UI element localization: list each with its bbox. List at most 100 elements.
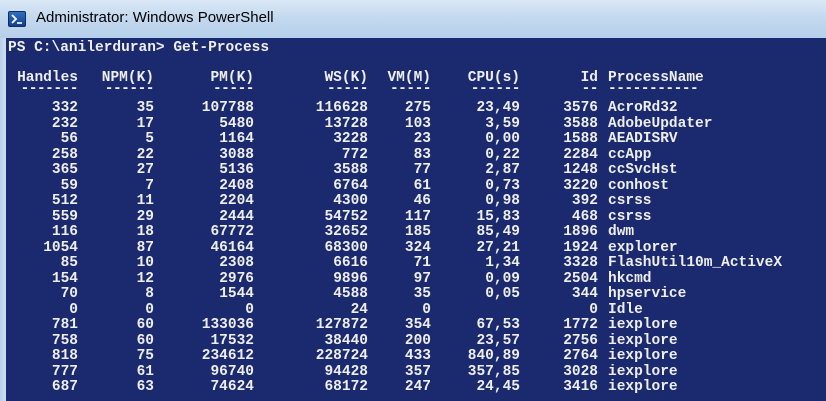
- cell-cpu: 1,34: [485, 255, 520, 271]
- cell-pm: 2444: [219, 208, 254, 225]
- cell-vm: 200: [404, 332, 431, 349]
- cell-cpu: 85,49: [476, 224, 520, 240]
- cell-pm: 5136: [219, 162, 254, 178]
- cell-vm: 0: [422, 301, 431, 318]
- cell-ws: 94428: [324, 363, 368, 380]
- cell-cpu: 0,98: [485, 193, 520, 209]
- cell-pm: 2308: [219, 255, 254, 271]
- cell-vm: 247: [404, 379, 431, 395]
- cell-cpu: 67,53: [476, 317, 520, 333]
- cell-id: 1896: [563, 224, 598, 240]
- cell-pm: 46164: [210, 239, 254, 256]
- cell-processname: iexplore: [608, 332, 678, 349]
- cell-handles: 70: [60, 286, 78, 302]
- cell-npm: 35: [136, 100, 154, 116]
- cell-cpu: 0,05: [485, 286, 520, 302]
- cell-processname: csrss: [608, 193, 652, 209]
- cell-npm: 61: [136, 363, 154, 380]
- cell-cpu: 27,21: [476, 239, 520, 256]
- table-row: 365 27 5136 3588 77 2,87 1248 ccSvcHst: [6, 162, 826, 178]
- cell-handles: 781: [51, 317, 78, 333]
- cell-cpu: 15,83: [476, 208, 520, 225]
- cell-pm: 5480: [219, 115, 254, 132]
- cell-handles: 0: [69, 301, 78, 318]
- cell-cpu: 23,57: [476, 332, 520, 349]
- console-output[interactable]: PS C:\anilerduran> Get-Process Handles NP…: [6, 38, 826, 401]
- cell-vm: 23: [413, 131, 431, 147]
- title-bar[interactable]: Administrator: Windows PowerShell: [0, 0, 826, 38]
- table-row: 781 60 133036 127872 354 67,53 1772 iexplore: [6, 317, 826, 333]
- cell-pm: 0: [245, 301, 254, 318]
- cell-id: 3028: [563, 363, 598, 380]
- cell-vm: 275: [404, 100, 431, 116]
- cell-processname: AEADISRV: [608, 131, 678, 147]
- cell-vm: 433: [404, 348, 431, 364]
- cell-npm: 60: [136, 332, 154, 349]
- prompt-text: PS C:\anilerduran> Get-Process: [8, 40, 270, 56]
- cell-vm: 97: [413, 270, 431, 287]
- table-row: 116 18 67772 32652 185 85,49 1896 dwm: [6, 224, 826, 240]
- cell-npm: ------: [104, 81, 155, 97]
- cell-npm: 11: [136, 193, 154, 209]
- cell-pm: 17532: [210, 332, 254, 349]
- cell-pm: 133036: [201, 317, 254, 333]
- cell-processname: explorer: [608, 239, 678, 256]
- cell-id: 3328: [563, 255, 598, 271]
- cell-processname: iexplore: [608, 317, 678, 333]
- cell-handles: 59: [60, 177, 78, 194]
- cell-ws: 127872: [315, 317, 368, 333]
- table-row: 559 29 2444 54752 117 15,83 468 csrss: [6, 209, 826, 225]
- table-row: 59 7 2408 6764 61 0,73 3220 conhost: [6, 178, 826, 194]
- cell-id: 1924: [563, 239, 598, 256]
- cell-npm: 29: [136, 208, 154, 225]
- cell-ws: -----: [326, 81, 369, 97]
- cell-ws: 116628: [315, 100, 368, 116]
- cell-processname: AcroRd32: [608, 100, 678, 116]
- cell-npm: 5: [145, 131, 154, 147]
- cell-handles: 332: [51, 100, 78, 116]
- cell-processname: -----------: [608, 81, 699, 97]
- cell-id: 2756: [563, 332, 598, 349]
- cell-handles: 232: [51, 115, 78, 132]
- cell-npm: 75: [136, 348, 154, 364]
- cell-pm: 107788: [201, 100, 254, 116]
- cell-pm: 67772: [210, 224, 254, 240]
- cell-id: 344: [571, 286, 598, 302]
- cell-vm: 71: [413, 255, 431, 271]
- cell-processname: conhost: [608, 177, 669, 194]
- cell-ws: 9896: [333, 270, 368, 287]
- cell-handles: -------: [20, 81, 79, 97]
- table-row: 512 11 2204 4300 46 0,98 392 csrss: [6, 193, 826, 209]
- cell-npm: 22: [136, 146, 154, 163]
- cell-ws: 3588: [333, 162, 368, 178]
- cell-handles: 687: [51, 379, 78, 395]
- cell-npm: 10: [136, 255, 154, 271]
- table-row: 85 10 2308 6616 71 1,34 3328 FlashUtil10m_Activ…: [6, 255, 826, 271]
- cell-cpu: 840,89: [467, 348, 520, 364]
- table-row: 0 0 0 24 0 0 Idle: [6, 302, 826, 318]
- cell-pm: 74624: [210, 379, 254, 395]
- cell-id: 392: [571, 193, 598, 209]
- cell-handles: 154: [51, 270, 78, 287]
- table-row: 332 35 107788 116628 275 23,49 3576 AcroRd32: [6, 100, 826, 116]
- cell-vm: 103: [404, 115, 431, 132]
- cell-id: 3416: [563, 379, 598, 395]
- table-row: 1054 87 46164 68300 324 27,21 1924 explorer: [6, 240, 826, 256]
- cell-npm: 87: [136, 239, 154, 256]
- cell-npm: 8: [145, 286, 154, 302]
- cell-id: 3576: [563, 100, 598, 116]
- cell-ws: 6616: [333, 255, 368, 271]
- cell-handles: 56: [60, 131, 78, 147]
- cell-cpu: 3,59: [485, 115, 520, 132]
- cell-vm: 46: [413, 193, 431, 209]
- cell-handles: 512: [51, 193, 78, 209]
- cell-cpu: 0,73: [485, 177, 520, 194]
- cell-ws: 68300: [324, 239, 368, 256]
- cell-ws: 24: [350, 301, 368, 318]
- cell-handles: 1054: [43, 239, 78, 256]
- cell-vm: 357: [404, 363, 431, 380]
- cell-vm: -----: [389, 81, 432, 97]
- cell-handles: 116: [51, 224, 78, 240]
- cell-processname: FlashUtil10m_ActiveX: [608, 255, 783, 271]
- cell-pm: 2976: [219, 270, 254, 287]
